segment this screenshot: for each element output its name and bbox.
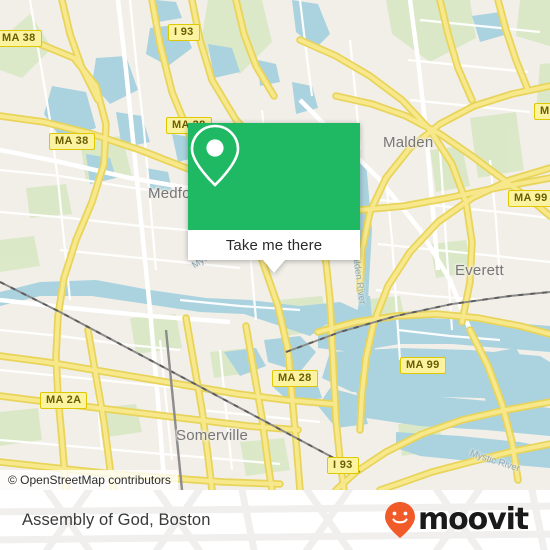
map-canvas[interactable]: Medford Malden Everett Somerville Mystic… (0, 0, 550, 490)
page-title: Assembly of God, Boston (22, 510, 211, 529)
moovit-pin-icon (384, 502, 415, 538)
road-shield: MA 38 (0, 30, 42, 47)
footer-bar: Assembly of God, Boston moovit (0, 490, 550, 550)
map-attribution[interactable]: © OpenStreetMap contributors (0, 470, 178, 490)
road-shield: MA 99 (400, 357, 446, 374)
moovit-map-page: Medford Malden Everett Somerville Mystic… (0, 0, 550, 550)
callout-image-area (188, 123, 360, 230)
attribution-text: © OpenStreetMap contributors (8, 473, 171, 487)
road-shield: MA 99 (508, 190, 550, 207)
moovit-wordmark: moovit (417, 502, 529, 537)
take-me-there-button[interactable]: Take me there (188, 230, 360, 260)
road-shield: MA 38 (49, 133, 95, 150)
location-callout-card[interactable]: Take me there (188, 123, 360, 273)
road-shield: I 93 (168, 24, 200, 41)
road-shield: MA 2A (40, 392, 88, 409)
road-shield: MA (534, 103, 550, 120)
location-pin-icon (190, 124, 240, 187)
take-me-there-label: Take me there (225, 236, 323, 254)
callout-tail (263, 260, 285, 273)
road-shield: I 93 (327, 457, 359, 474)
road-shield: MA 28 (272, 370, 318, 387)
moovit-logo[interactable]: moovit (383, 500, 529, 540)
